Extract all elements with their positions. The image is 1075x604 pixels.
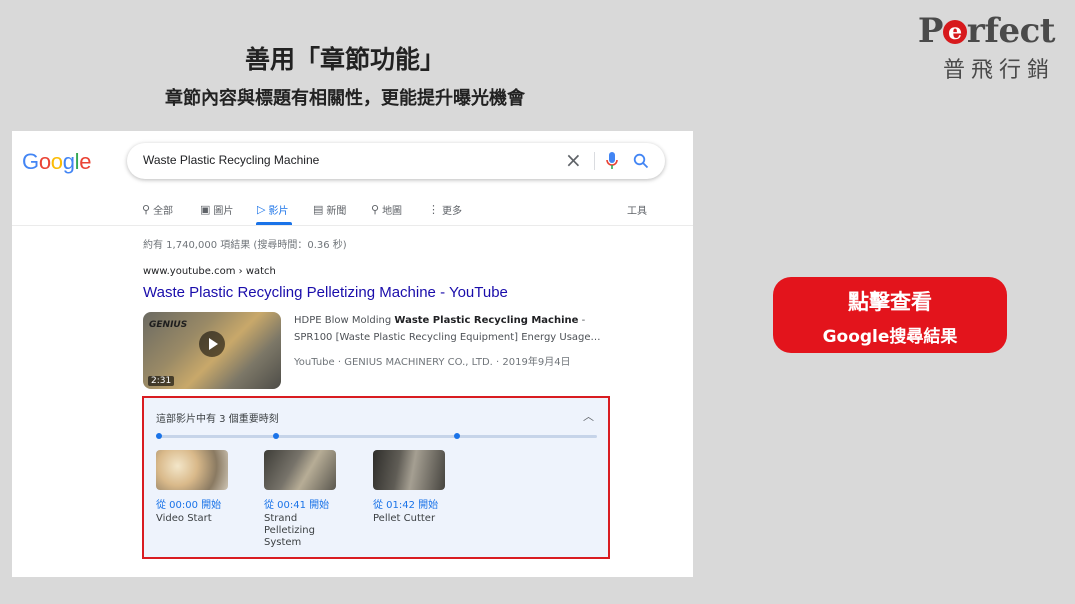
search-icon: ⚲ (142, 202, 151, 216)
tools-button[interactable]: 工具 (627, 201, 647, 217)
tab-news[interactable]: ▤ 新聞 (313, 201, 346, 217)
map-pin-icon: ⚲ (371, 202, 380, 216)
slide-title: 善用「章節功能」 (244, 45, 445, 74)
more-icon: ⋮ (428, 202, 439, 216)
timeline-dot[interactable] (454, 433, 460, 439)
google-logo[interactable]: Google (22, 149, 91, 175)
key-moment-item[interactable]: 從 00:41 開始 Strand Pelletizing System (264, 450, 344, 549)
logo-chinese: 普飛行銷 (942, 58, 1055, 83)
key-moment-item[interactable]: 從 01:42 開始 Pellet Cutter (373, 450, 453, 525)
moment-thumbnail[interactable] (156, 450, 228, 490)
video-thumbnail[interactable]: GENIUS 2:31 (143, 312, 281, 389)
tab-all[interactable]: ⚲ 全部 (142, 201, 173, 217)
key-moment-item[interactable]: 從 00:00 開始 Video Start (156, 450, 236, 525)
tab-images[interactable]: ▣ 圖片 (200, 201, 233, 217)
cta-line-1: 點擊查看 (848, 290, 932, 314)
tab-maps[interactable]: ⚲ 地圖 (371, 201, 402, 217)
mic-icon[interactable] (605, 151, 619, 171)
tab-more[interactable]: ⋮ 更多 (428, 201, 462, 217)
result-snippet: HDPE Blow Molding Waste Plastic Recyclin… (294, 315, 601, 343)
moment-label: Pellet Cutter (373, 513, 436, 524)
search-tabs: ⚲ 全部 ▣ 圖片 ▷ 影片 ▤ 新聞 ⚲ 地圖 ⋮ 更多 工具 (142, 201, 662, 225)
play-icon[interactable] (199, 331, 225, 357)
search-input[interactable]: Waste Plastic Recycling Machine (143, 153, 319, 167)
moment-thumbnail[interactable] (373, 450, 445, 490)
logo-wordmark: Pe rfect (917, 11, 1056, 51)
key-moments-title: 這部影片中有 3 個重要時刻 (156, 414, 279, 425)
moment-time-link[interactable]: 從 00:00 開始 (156, 496, 236, 511)
moment-time-link[interactable]: 從 00:41 開始 (264, 496, 344, 511)
tabs-divider (12, 225, 693, 226)
close-icon[interactable]: × (565, 150, 582, 170)
video-duration: 2:31 (148, 376, 175, 386)
moment-thumbnail[interactable] (264, 450, 336, 490)
timeline-dot[interactable] (273, 433, 279, 439)
thumbnail-brand: GENIUS (149, 320, 188, 330)
brand-logo: Pe rfect 普飛行銷 (905, 11, 1056, 84)
moment-time-link[interactable]: 從 01:42 開始 (373, 496, 453, 511)
search-icon[interactable] (633, 153, 649, 169)
result-meta: YouTube · GENIUS MACHINERY CO., LTD. · 2… (294, 357, 571, 368)
moment-label: Strand Pelletizing System (264, 513, 315, 548)
view-results-button[interactable]: 點擊查看 Google搜尋結果 (773, 277, 1007, 353)
image-icon: ▣ (200, 202, 211, 216)
slide-subtitle: 章節內容與標題有相關性，更能提升曝光機會 (165, 88, 525, 109)
moments-timeline (156, 433, 597, 439)
result-url[interactable]: www.youtube.com › watch (143, 266, 276, 277)
key-moments-panel: 這部影片中有 3 個重要時刻 ︿ 從 00:00 開始 Video Start … (142, 396, 610, 559)
news-icon: ▤ (313, 202, 324, 216)
result-title-link[interactable]: Waste Plastic Recycling Pelletizing Mach… (143, 284, 508, 301)
moment-label: Video Start (156, 513, 212, 524)
logo-e-circle: e (942, 20, 967, 44)
timeline-dot[interactable] (156, 433, 162, 439)
google-results-screenshot: Google Waste Plastic Recycling Machine ×… (12, 131, 693, 577)
searchbox-divider (594, 152, 595, 170)
result-stats: 約有 1,740,000 項結果 (搜尋時間：0.36 秒) (143, 240, 347, 251)
cta-line-2: Google搜尋結果 (822, 327, 958, 347)
search-box[interactable]: Waste Plastic Recycling Machine × (127, 143, 665, 179)
chevron-up-icon[interactable]: ︿ (583, 408, 594, 424)
tab-videos[interactable]: ▷ 影片 (257, 201, 288, 217)
video-icon: ▷ (257, 202, 266, 216)
